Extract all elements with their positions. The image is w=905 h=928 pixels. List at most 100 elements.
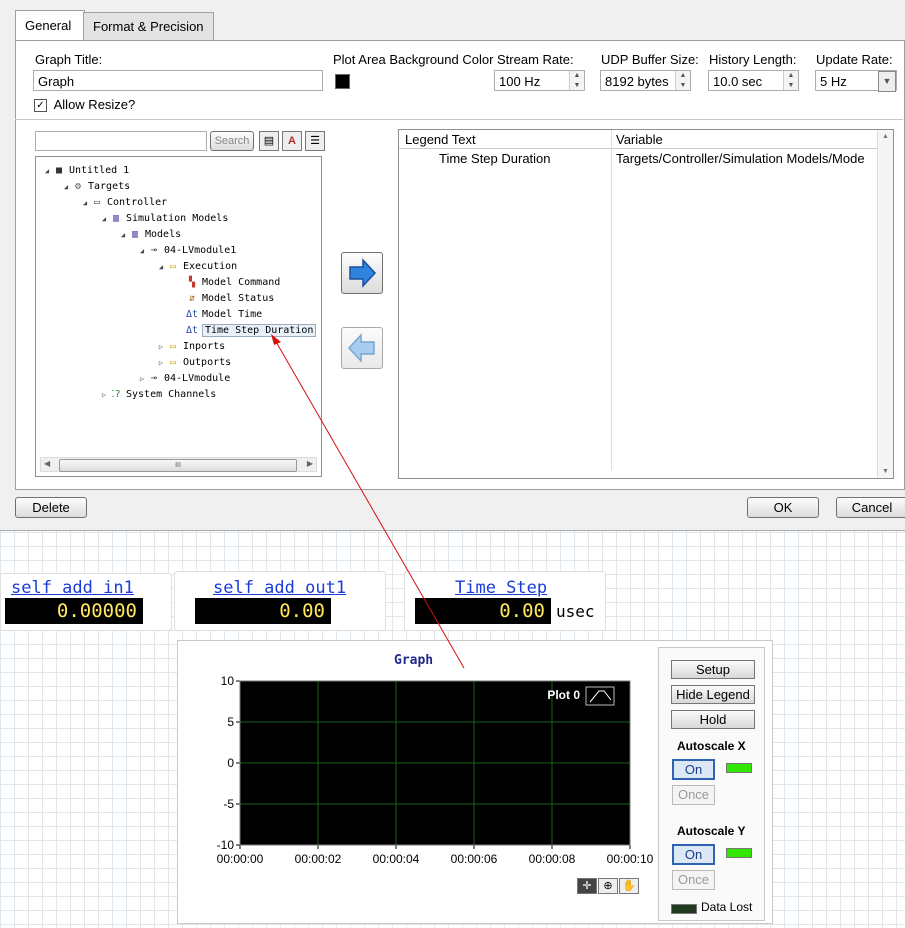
indicator-value[interactable]: 0.00 [415,598,551,624]
cancel-button[interactable]: Cancel [836,497,905,518]
collapsed-triangle-icon[interactable]: ▷ [156,339,166,355]
tree-item[interactable]: ⇵ Model Status [175,291,274,307]
separator [15,119,903,120]
legend-table: Legend Text Variable Time Step Duration … [398,129,894,479]
graph-tools: ✛ ⊕ ✋ [577,878,639,894]
bg-color-swatch[interactable] [335,74,350,89]
tab-general[interactable]: General [15,10,85,40]
expanded-triangle-icon[interactable]: ◢ [61,179,71,195]
history-length-input[interactable]: 10.0 sec ▲ ▼ [708,70,799,91]
column-header-legend-text[interactable]: Legend Text [405,132,476,147]
expanded-triangle-icon[interactable]: ◢ [42,163,52,179]
update-rate-value: 5 Hz [820,74,847,89]
tree-item[interactable]: ▷ ▭ Inports [156,339,225,355]
folder-icon: ▭ [169,341,177,352]
crosshair-icon[interactable]: ✛ [577,878,597,894]
indicator-value[interactable]: 0.00 [195,598,331,624]
list-view-icon[interactable]: ☰ [305,131,325,151]
update-rate-select[interactable]: 5 Hz ▼ [815,70,897,92]
legend-vscrollbar[interactable]: ▲ ▼ [877,130,893,478]
tree-item[interactable]: ◢ ▥ Models [118,227,181,243]
allow-resize-checkbox[interactable]: ✓ Allow Resize? [34,97,135,113]
tree-hscrollbar[interactable]: ◀ III ▶ [40,457,317,472]
sort-icon[interactable]: A [282,131,302,151]
remove-from-legend-button[interactable] [341,327,383,369]
collapsed-triangle-icon[interactable]: ▷ [137,371,147,387]
controller-icon: ▭ [93,197,101,208]
scroll-right-icon[interactable]: ▶ [307,459,313,468]
stream-rate-value: 100 Hz [499,74,541,89]
tree-item-label: Execution [183,261,238,272]
tree-item-label: Model Time [202,309,263,320]
data-lost-label: Data Lost [701,900,753,914]
graph-title-input[interactable]: Graph [33,70,323,91]
indicator-label: Time Step [455,578,548,598]
tree-view-icon[interactable]: ▤ [259,131,279,151]
autoscale-y-on-button[interactable]: On [672,844,715,865]
tree-item[interactable]: ◢ ▭ Controller [80,195,167,211]
search-button[interactable]: Search [210,131,254,151]
stream-rate-spinner[interactable]: ▲ ▼ [569,71,584,90]
module-icon: ⊸ [150,245,158,256]
expanded-triangle-icon[interactable]: ◢ [80,195,90,211]
tab-format-precision[interactable]: Format & Precision [83,12,214,40]
chevron-down-icon[interactable]: ▼ [878,71,896,92]
tree-item[interactable]: ▷ ⊸ 04-LVmodule [137,371,230,387]
scroll-left-icon[interactable]: ◀ [44,459,50,468]
tree-item[interactable]: ◢ ■ Untitled 1 [42,163,129,179]
tree-item[interactable]: Δt Time Step Duration [175,323,317,339]
scroll-down-icon[interactable]: ▼ [882,468,889,475]
stream-rate-input[interactable]: 100 Hz ▲ ▼ [494,70,585,91]
tree-item-label: Models [145,229,182,240]
column-header-variable[interactable]: Variable [616,132,663,147]
udp-buffer-spinner[interactable]: ▲ ▼ [675,71,690,90]
zoom-icon[interactable]: ⊕ [598,878,618,894]
books-icon: ▥ [131,229,139,240]
hide-legend-button[interactable]: Hide Legend [671,685,755,704]
graph-properties-dialog: General Format & Precision Graph Title: … [0,0,905,531]
expanded-triangle-icon[interactable]: ◢ [156,259,166,275]
autoscale-y-led [726,848,752,858]
checkmark-icon: ✓ [34,99,47,113]
tree-item[interactable]: ◢ ⊸ 04-LVmodule1 [137,243,236,259]
tree-item[interactable]: ▷ ⁚? System Channels [99,387,216,403]
expanded-triangle-icon[interactable]: ◢ [137,243,147,259]
indicator-self-add-out1: self add out1 0.00 [174,571,386,631]
stream-rate-label: Stream Rate: [497,52,574,67]
tree-item-label: Model Status [202,293,275,304]
udp-buffer-value: 8192 bytes [605,74,669,89]
tree-item[interactable]: ◢ ▭ Execution [156,259,237,275]
search-input[interactable] [35,131,207,151]
autoscale-x-on-button[interactable]: On [672,759,715,780]
scroll-thumb[interactable]: III [59,459,297,472]
indicator-value[interactable]: 0.00000 [5,598,143,624]
autoscale-y-once-button[interactable]: Once [672,870,715,890]
tree-item[interactable]: ◢ ⚙ Targets [61,179,130,195]
autoscale-x-label: Autoscale X [677,739,746,753]
table-row[interactable]: Time Step Duration Targets/Controller/Si… [399,149,877,167]
column-divider [611,130,612,470]
pan-hand-icon[interactable]: ✋ [619,878,639,894]
expanded-triangle-icon[interactable]: ◢ [99,211,109,227]
udp-buffer-input[interactable]: 8192 bytes ▲ ▼ [600,70,691,91]
delta-t-icon: Δt [185,309,199,320]
hold-button[interactable]: Hold [671,710,755,729]
legend-cell[interactable]: Time Step Duration [439,151,551,166]
tree-item[interactable]: Δt Model Time [175,307,262,323]
delete-button[interactable]: Delete [15,497,87,518]
tree-item[interactable]: ▷ ▭ Outports [156,355,231,371]
tree-item-label: Simulation Models [126,213,229,224]
tree-item[interactable]: ▚ Model Command [175,275,280,291]
scroll-up-icon[interactable]: ▲ [882,133,889,140]
x-tick-label: 00:00:02 [295,852,342,866]
collapsed-triangle-icon[interactable]: ▷ [99,387,109,403]
indicator-self-add-in1: self add in1 0.00000 [0,573,172,631]
add-to-legend-button[interactable] [341,252,383,294]
expanded-triangle-icon[interactable]: ◢ [118,227,128,243]
setup-button[interactable]: Setup [671,660,755,679]
collapsed-triangle-icon[interactable]: ▷ [156,355,166,371]
ok-button[interactable]: OK [747,497,819,518]
autoscale-x-once-button[interactable]: Once [672,785,715,805]
tree-item[interactable]: ◢ ▥ Simulation Models [99,211,228,227]
history-length-spinner[interactable]: ▲ ▼ [783,71,798,90]
